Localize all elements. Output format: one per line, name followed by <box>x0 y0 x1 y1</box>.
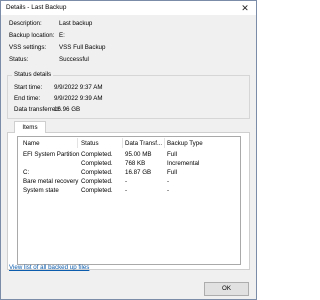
backup-location-value: E: <box>59 32 65 39</box>
window-title: Details - Last Backup <box>6 4 67 11</box>
row-name: System state <box>23 187 59 194</box>
row-status: Completed. <box>81 169 113 176</box>
row-status: Completed. <box>81 187 113 194</box>
column-divider[interactable] <box>164 138 165 148</box>
close-icon[interactable]: ✕ <box>238 2 252 14</box>
column-header-status[interactable]: Status <box>81 139 99 148</box>
status-label: Status: <box>9 56 29 63</box>
row-data-transferred: 16.87 GB <box>125 169 152 176</box>
row-name: Bare metal recovery <box>23 178 79 185</box>
column-divider[interactable] <box>122 138 123 148</box>
start-time-label: Start time: <box>14 84 43 91</box>
status-details-group: Status details Start time: 9/9/2022 9:37… <box>7 71 250 119</box>
row-backup-type: Full <box>167 169 177 176</box>
data-transferred-value: 16.96 GB <box>54 106 81 113</box>
column-header-data-transferred[interactable]: Data Transf... <box>125 139 162 148</box>
vss-settings-label: VSS settings: <box>9 44 47 51</box>
row-backup-type: - <box>167 187 170 194</box>
row-name: C: <box>23 169 30 176</box>
tab-items[interactable]: Items <box>14 121 46 133</box>
row-status: Completed. <box>81 151 113 158</box>
description-label: Description: <box>9 20 42 27</box>
row-status: Completed. <box>81 178 113 185</box>
row-data-transferred: 95.00 MB <box>125 151 152 158</box>
vss-settings-value: VSS Full Backup <box>59 44 106 51</box>
status-value: Successful <box>59 56 89 63</box>
row-name: EFI System Partition <box>23 151 80 158</box>
row-backup-type: - <box>167 178 170 185</box>
start-time-value: 9/9/2022 9:37 AM <box>54 84 103 91</box>
details-dialog: Details - Last Backup ✕ Description: Las… <box>0 0 257 300</box>
end-time-value: 9/9/2022 9:39 AM <box>54 95 103 102</box>
end-time-label: End time: <box>14 95 41 102</box>
column-header-backup-type[interactable]: Backup Type <box>167 139 203 148</box>
view-backed-up-files-link[interactable]: View list of all backed up files <box>9 264 89 271</box>
row-data-transferred: - <box>125 187 128 194</box>
status-details-title: Status details <box>12 71 54 78</box>
column-header-name[interactable]: Name <box>23 139 40 148</box>
row-status: Completed. <box>81 160 113 167</box>
column-divider[interactable] <box>77 138 78 148</box>
ok-button[interactable]: OK <box>204 282 249 296</box>
description-value: Last backup <box>59 20 93 27</box>
row-data-transferred: - <box>125 178 128 185</box>
title-bar[interactable]: Details - Last Backup ✕ <box>1 1 256 15</box>
row-backup-type: Incremental <box>167 160 200 167</box>
backup-location-label: Backup location: <box>9 32 55 39</box>
row-backup-type: Full <box>167 151 177 158</box>
row-data-transferred: 768 KB <box>125 160 146 167</box>
items-list[interactable]: Name Status Data Transf... Backup Type E… <box>17 136 241 265</box>
